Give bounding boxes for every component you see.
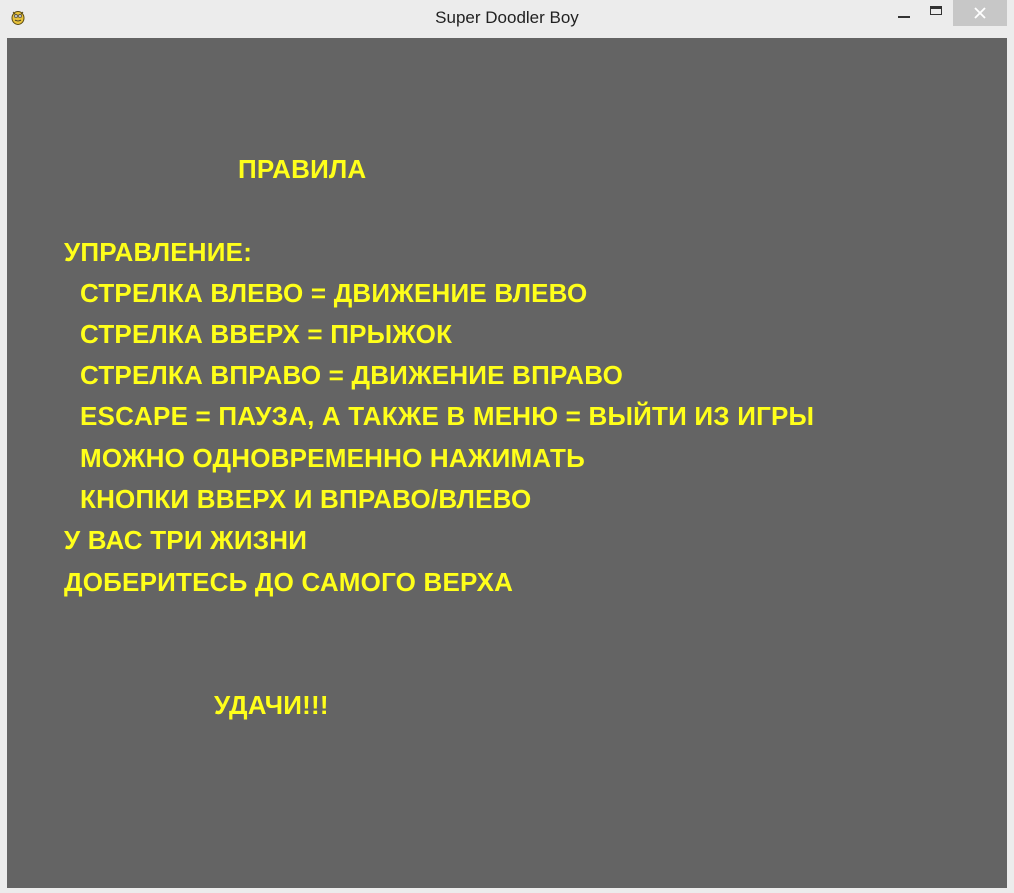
minimize-icon: [898, 16, 910, 18]
farewell-text: УДАЧИ!!!: [214, 690, 329, 720]
minimize-button[interactable]: [890, 0, 918, 26]
maximize-icon: [930, 5, 942, 15]
rules-heading: ПРАВИЛА: [238, 154, 367, 184]
close-icon: [974, 7, 986, 19]
game-canvas[interactable]: ПРАВИЛА УПРАВЛЕНИЕ: СТРЕЛКА ВЛЕВО = ДВИЖ…: [7, 38, 1007, 888]
maximize-button[interactable]: [922, 0, 950, 26]
controls-heading: УПРАВЛЕНИЕ:: [64, 237, 253, 267]
game-window: Super Doodler Boy ПРАВИЛА УПРАВЛЕНИЕ: СТ…: [0, 0, 1014, 893]
rule-line-combo-2: КНОПКИ ВВЕРХ И ВПРАВО/ВЛЕВО: [80, 484, 532, 514]
rule-line-up: СТРЕЛКА ВВЕРХ = ПРЫЖОК: [80, 319, 453, 349]
title-bar[interactable]: Super Doodler Boy: [0, 0, 1014, 38]
rule-line-combo-1: МОЖНО ОДНОВРЕМЕННО НАЖИМАТЬ: [80, 443, 585, 473]
rule-line-left: СТРЕЛКА ВЛЕВО = ДВИЖЕНИЕ ВЛЕВО: [80, 278, 588, 308]
window-title: Super Doodler Boy: [435, 8, 579, 27]
close-button[interactable]: [953, 0, 1007, 26]
rule-line-escape: ESCAPE = ПАУЗА, А ТАКЖЕ В МЕНЮ = ВЫЙТИ И…: [80, 401, 815, 431]
rule-line-right: СТРЕЛКА ВПРАВО = ДВИЖЕНИЕ ВПРАВО: [80, 360, 623, 390]
goal-text: ДОБЕРИТЕСЬ ДО САМОГО ВЕРХА: [64, 567, 514, 597]
lives-text: У ВАС ТРИ ЖИЗНИ: [64, 525, 308, 555]
